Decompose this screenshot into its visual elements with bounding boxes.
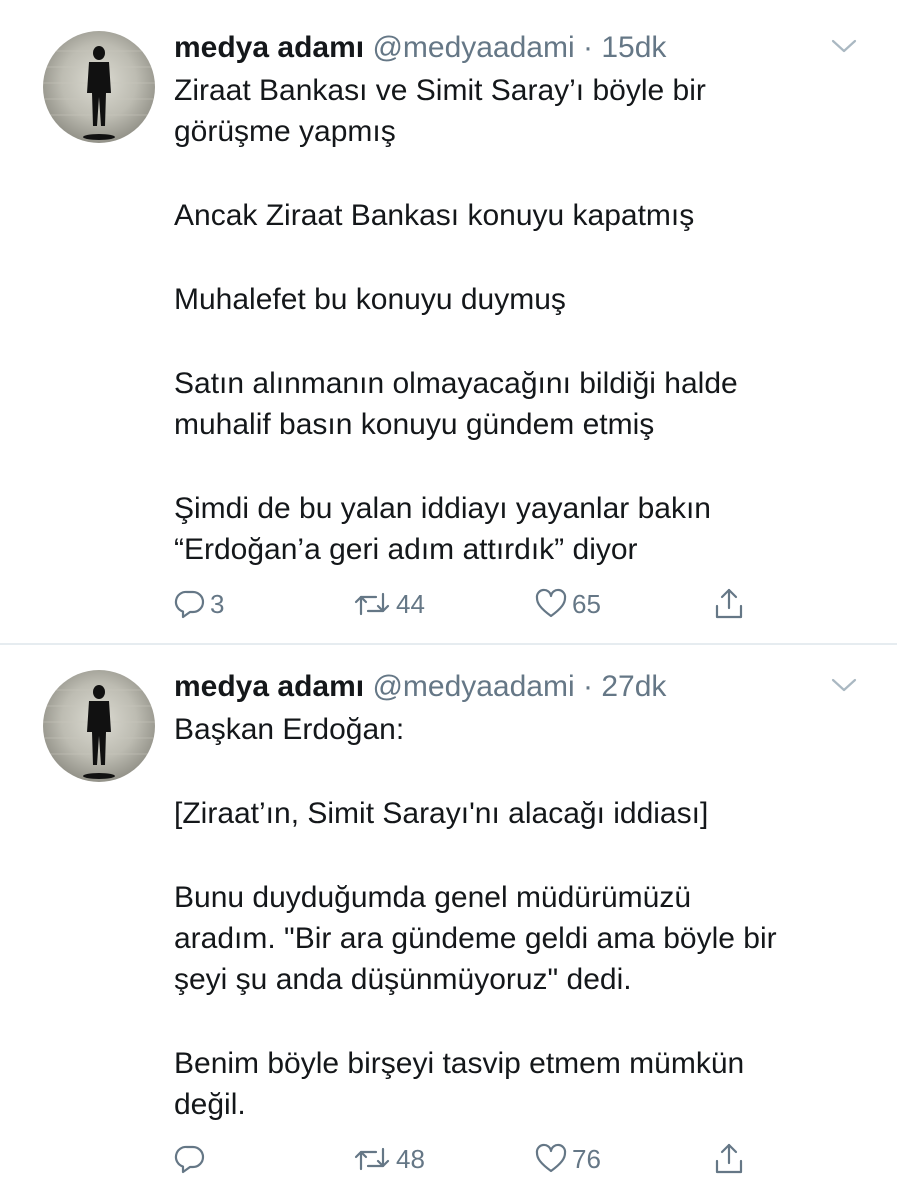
- like-button[interactable]: 65: [534, 582, 601, 626]
- reply-count: 3: [210, 588, 225, 619]
- user-handle[interactable]: @medyaadami: [372, 670, 574, 703]
- retweet-count: 48: [396, 1143, 425, 1174]
- tweet-paragraph: Şimdi de bu yalan iddiayı yayanlar bakın…: [174, 492, 711, 566]
- avatar-silhouette-icon: [43, 46, 155, 140]
- retweet-count: 44: [396, 588, 425, 619]
- tweet-paragraph: Satın alınmanın olmayacağını bildiği hal…: [174, 367, 738, 441]
- separator-dot: ·: [583, 31, 593, 64]
- separator-dot: ·: [583, 670, 593, 703]
- tweet-text: Ziraat Bankası ve Simit Saray’ı böyle bi…: [174, 70, 864, 570]
- tweet-paragraph: [Ziraat’ın, Simit Sarayı'nı alacağı iddi…: [174, 797, 709, 830]
- user-handle[interactable]: @medyaadami: [372, 31, 574, 64]
- action-bar: 3 44 65: [174, 582, 774, 626]
- tweet-paragraph: Ancak Ziraat Bankası konuyu kapatmış: [174, 199, 695, 232]
- action-bar: 48 76: [174, 1137, 774, 1181]
- retweet-icon: [354, 1147, 390, 1171]
- display-name[interactable]: medya adamı: [174, 670, 364, 703]
- heart-icon: [535, 1143, 567, 1173]
- reply-button[interactable]: [174, 1137, 210, 1181]
- like-count: 76: [572, 1143, 601, 1174]
- tweet-paragraph: Muhalefet bu konuyu duymuş: [174, 283, 566, 316]
- avatar-silhouette-icon: [43, 685, 155, 779]
- chevron-down-icon[interactable]: [831, 38, 857, 54]
- retweet-icon: [354, 592, 390, 616]
- timestamp[interactable]: 27dk: [601, 670, 666, 703]
- tweet-text: Başkan Erdoğan: [Ziraat’ın, Simit Sarayı…: [174, 709, 864, 1125]
- avatar[interactable]: [43, 31, 155, 143]
- chevron-down-icon[interactable]: [831, 677, 857, 693]
- like-button[interactable]: 76: [534, 1137, 601, 1181]
- tweet-paragraph: Ziraat Bankası ve Simit Saray’ı böyle bi…: [174, 74, 706, 148]
- share-button[interactable]: [712, 582, 746, 626]
- tweet[interactable]: medya adamı @medyaadami · 27dk Başkan Er…: [0, 645, 897, 1200]
- retweet-button[interactable]: 48: [352, 1137, 425, 1181]
- tweet-header: medya adamı @medyaadami · 15dk: [174, 28, 857, 68]
- reply-button[interactable]: 3: [174, 582, 224, 626]
- tweet-paragraph: Benim böyle birşeyi tasvip etmem mümkün …: [174, 1047, 745, 1121]
- tweet-paragraph: Başkan Erdoğan:: [174, 713, 405, 746]
- share-button[interactable]: [712, 1137, 746, 1181]
- tweet-paragraph: Bunu duyduğumda genel müdürümüzü aradım.…: [174, 881, 777, 996]
- retweet-button[interactable]: 44: [352, 582, 425, 626]
- reply-icon: [174, 590, 205, 619]
- like-count: 65: [572, 588, 601, 619]
- timestamp[interactable]: 15dk: [601, 31, 666, 64]
- display-name[interactable]: medya adamı: [174, 31, 364, 64]
- heart-icon: [535, 588, 567, 618]
- share-icon: [715, 1143, 743, 1174]
- avatar[interactable]: [43, 670, 155, 782]
- reply-icon: [174, 1145, 205, 1174]
- share-icon: [715, 588, 743, 619]
- tweet[interactable]: medya adamı @medyaadami · 15dk Ziraat Ba…: [0, 0, 897, 644]
- tweet-header: medya adamı @medyaadami · 27dk: [174, 667, 857, 707]
